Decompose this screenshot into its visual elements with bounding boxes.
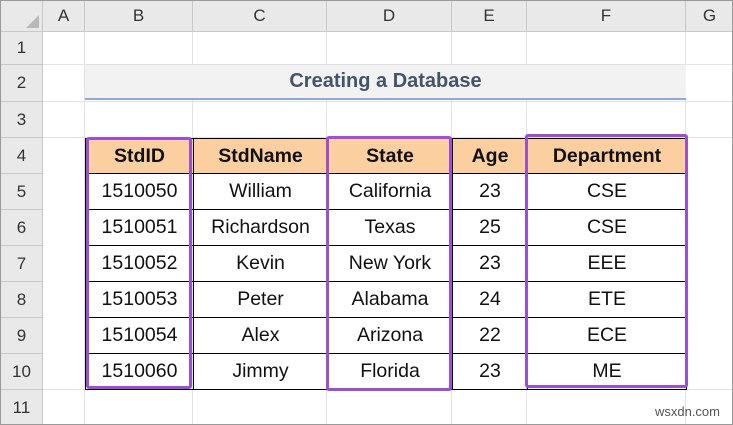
column-header-f[interactable]: F (527, 1, 686, 32)
table-row: 1510050 William California 23 CSE (85, 173, 687, 210)
select-all-corner[interactable] (1, 1, 43, 32)
table-row: 1510052 Kevin New York 23 EEE (85, 245, 687, 282)
gridline (43, 101, 732, 102)
column-header-b[interactable]: B (85, 1, 193, 32)
cell-stdid[interactable]: 1510052 (85, 245, 194, 282)
cell-stdname[interactable]: Peter (193, 281, 328, 318)
cell-age[interactable]: 25 (452, 209, 528, 246)
column-header-a[interactable]: A (43, 1, 85, 32)
cell-department[interactable]: ECE (527, 317, 687, 354)
table-row: 1510054 Alex Arizona 22 ECE (85, 317, 687, 354)
column-header-d[interactable]: D (327, 1, 452, 32)
column-header-c[interactable]: C (193, 1, 327, 32)
cell-stdname[interactable]: William (193, 173, 328, 210)
cell-stdname[interactable]: Kevin (193, 245, 328, 282)
table-header-row: StdID StdName State Age Department (85, 138, 687, 174)
cell-state[interactable]: Alabama (327, 281, 453, 318)
row-header-4[interactable]: 4 (1, 138, 43, 174)
row-header-6[interactable]: 6 (1, 210, 43, 246)
row-header-1[interactable]: 1 (1, 32, 43, 65)
database-table: StdID StdName State Age Department 15100… (85, 138, 687, 390)
row-header-8[interactable]: 8 (1, 282, 43, 318)
header-cell-age[interactable]: Age (452, 138, 528, 174)
cell-state[interactable]: Arizona (327, 317, 453, 354)
cell-age[interactable]: 23 (452, 245, 528, 282)
cell-department[interactable]: ME (527, 353, 687, 390)
row-header-3[interactable]: 3 (1, 102, 43, 138)
cell-department[interactable]: CSE (527, 209, 687, 246)
cell-age[interactable]: 23 (452, 173, 528, 210)
cell-stdname[interactable]: Richardson (193, 209, 328, 246)
row-header-5[interactable]: 5 (1, 174, 43, 210)
cell-stdid[interactable]: 1510054 (85, 317, 194, 354)
cell-stdid[interactable]: 1510060 (85, 353, 194, 390)
cell-stdid[interactable]: 1510053 (85, 281, 194, 318)
row-header-7[interactable]: 7 (1, 246, 43, 282)
header-cell-stdname[interactable]: StdName (193, 138, 328, 174)
header-cell-state[interactable]: State (327, 138, 453, 174)
sheet-title[interactable]: Creating a Database (85, 65, 686, 100)
cell-state[interactable]: California (327, 173, 453, 210)
table-row: 1510051 Richardson Texas 25 CSE (85, 209, 687, 246)
header-cell-department[interactable]: Department (527, 138, 687, 174)
cell-age[interactable]: 23 (452, 353, 528, 390)
cell-state[interactable]: Florida (327, 353, 453, 390)
cell-stdname[interactable]: Jimmy (193, 353, 328, 390)
cell-stdname[interactable]: Alex (193, 317, 328, 354)
cell-department[interactable]: ETE (527, 281, 687, 318)
column-header-g[interactable]: G (686, 1, 732, 32)
row-header-2[interactable]: 2 (1, 65, 43, 102)
cell-stdid[interactable]: 1510050 (85, 173, 194, 210)
cell-department[interactable]: CSE (527, 173, 687, 210)
column-header-e[interactable]: E (452, 1, 527, 32)
header-cell-stdid[interactable]: StdID (85, 138, 194, 174)
watermark: wsxdn.com (654, 404, 720, 419)
table-row: 1510053 Peter Alabama 24 ETE (85, 281, 687, 318)
cell-department[interactable]: EEE (527, 245, 687, 282)
cell-age[interactable]: 22 (452, 317, 528, 354)
spreadsheet-view: A B C D E F G 1 2 3 4 5 6 7 8 9 10 11 Cr… (0, 0, 733, 425)
table-row: 1510060 Jimmy Florida 23 ME (85, 353, 687, 390)
select-all-triangle-icon (26, 15, 39, 28)
cell-state[interactable]: Texas (327, 209, 453, 246)
row-header-10[interactable]: 10 (1, 354, 43, 390)
row-header-9[interactable]: 9 (1, 318, 43, 354)
row-header-11[interactable]: 11 (1, 390, 43, 424)
cell-state[interactable]: New York (327, 245, 453, 282)
cell-stdid[interactable]: 1510051 (85, 209, 194, 246)
cell-age[interactable]: 24 (452, 281, 528, 318)
